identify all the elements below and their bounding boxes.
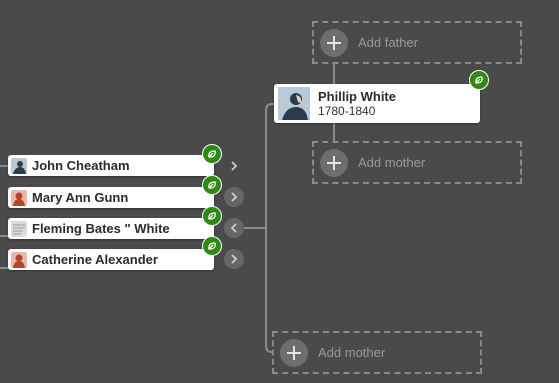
focus-person-card[interactable]: Phillip White 1780-1840 — [274, 84, 480, 123]
plus-icon — [320, 28, 348, 57]
add-spouse-mother-slot[interactable]: Add mother — [272, 331, 482, 374]
leaf-icon[interactable] — [469, 70, 489, 90]
add-mother-label: Add mother — [358, 155, 426, 170]
focus-person-dates: 1780-1840 — [318, 103, 376, 118]
focus-person-info: Phillip White 1780-1840 — [318, 88, 396, 118]
child-name: John Cheatham — [32, 158, 130, 173]
chevron-right-icon[interactable] — [224, 156, 244, 176]
plus-icon — [320, 148, 348, 177]
chevron-right-icon[interactable] — [224, 249, 244, 269]
leaf-icon[interactable] — [202, 206, 222, 226]
child-card[interactable]: Catherine Alexander — [8, 249, 214, 270]
female-avatar-icon — [11, 189, 27, 206]
child-card[interactable]: Mary Ann Gunn — [8, 187, 214, 208]
child-name: Mary Ann Gunn — [32, 190, 129, 205]
leaf-icon[interactable] — [202, 236, 222, 256]
leaf-icon[interactable] — [202, 144, 222, 164]
add-father-label: Add father — [358, 35, 418, 50]
plus-icon — [280, 338, 308, 367]
child-name: Fleming Bates " White — [32, 221, 170, 236]
female-avatar-icon — [11, 251, 27, 268]
document-thumbnail-icon — [11, 220, 27, 237]
add-mother-label: Add mother — [318, 345, 386, 360]
child-card[interactable]: Fleming Bates " White — [8, 218, 214, 239]
focus-person-name: Phillip White — [318, 88, 396, 104]
male-avatar-icon — [11, 157, 27, 174]
chevron-right-icon[interactable] — [224, 187, 244, 207]
child-name: Catherine Alexander — [32, 252, 158, 267]
add-mother-slot[interactable]: Add mother — [312, 141, 522, 184]
child-card[interactable]: John Cheatham — [8, 155, 214, 176]
person-portrait-icon — [278, 87, 310, 120]
add-father-slot[interactable]: Add father — [312, 21, 522, 64]
leaf-icon[interactable] — [202, 175, 222, 195]
chevron-left-icon[interactable] — [224, 218, 244, 238]
